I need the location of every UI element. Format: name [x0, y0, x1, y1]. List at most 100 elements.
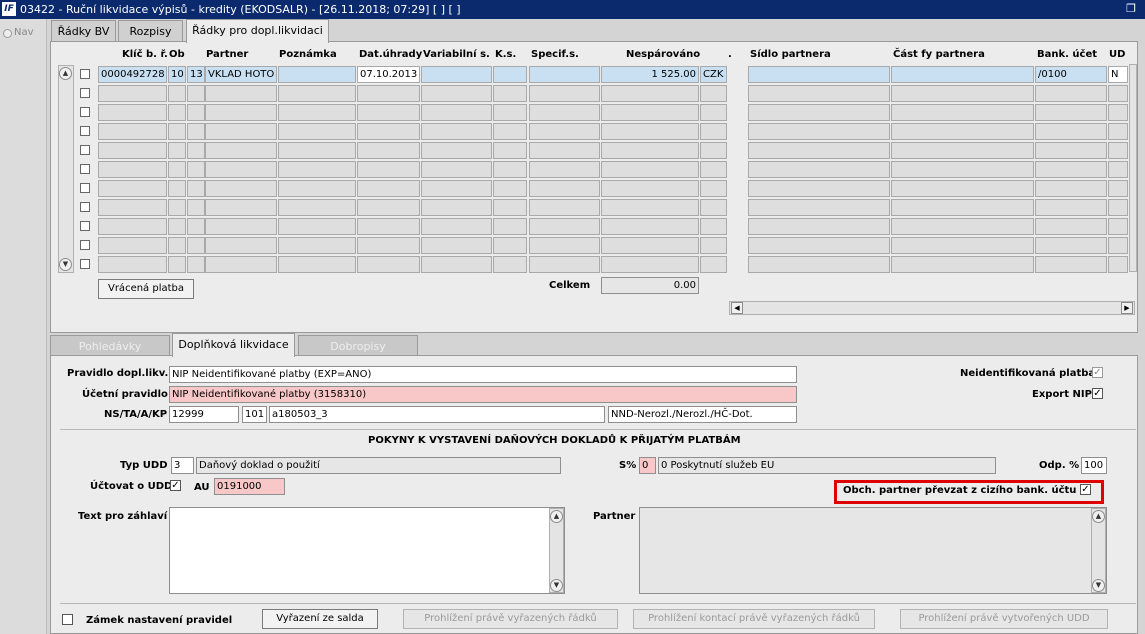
- grid-cell-empty[interactable]: [700, 218, 727, 235]
- vracena-platba-button[interactable]: Vrácená platba: [98, 279, 194, 299]
- grid-cell-empty[interactable]: [601, 218, 699, 235]
- grid-cell-empty[interactable]: [493, 180, 527, 197]
- grid-cell-empty[interactable]: [529, 256, 600, 273]
- grid-cell-empty[interactable]: [98, 218, 167, 235]
- neident-checkbox[interactable]: ✓: [1092, 367, 1103, 378]
- ucetni-pravidlo-field[interactable]: NIP Neidentifikované platby (3158310): [169, 386, 797, 403]
- grid-cell-empty[interactable]: [748, 256, 890, 273]
- grid-cell-empty[interactable]: [493, 142, 527, 159]
- grid-cell-empty[interactable]: [601, 256, 699, 273]
- grid-cell-empty[interactable]: [205, 256, 277, 273]
- grid-cell-empty[interactable]: [891, 199, 1034, 216]
- grid-cell-empty[interactable]: [278, 85, 356, 102]
- grid-cell-empty[interactable]: [601, 104, 699, 121]
- partner-scroll-down-icon[interactable]: ▼: [1092, 579, 1105, 592]
- col-header-ud[interactable]: UD: [1109, 49, 1125, 60]
- grid-cell-empty[interactable]: [278, 142, 356, 159]
- grid-cell-empty[interactable]: [1035, 256, 1107, 273]
- grid-cell-empty[interactable]: [529, 218, 600, 235]
- col-header-poznamka[interactable]: Poznámka: [279, 49, 337, 60]
- row-checkbox[interactable]: [80, 183, 90, 193]
- grid-cell-empty[interactable]: [168, 161, 186, 178]
- cell-partner[interactable]: VKLAD HOTO: [205, 66, 277, 83]
- grid-cell-empty[interactable]: [187, 161, 205, 178]
- grid-cell-empty[interactable]: [357, 161, 420, 178]
- cell-ud[interactable]: N: [1108, 66, 1128, 83]
- grid-cell-empty[interactable]: [891, 256, 1034, 273]
- grid-cell-empty[interactable]: [1035, 142, 1107, 159]
- grid-cell-empty[interactable]: [278, 161, 356, 178]
- grid-cell-empty[interactable]: [205, 199, 277, 216]
- grid-cell-empty[interactable]: [98, 237, 167, 254]
- grid-cell-empty[interactable]: [421, 256, 492, 273]
- pravidlo-field[interactable]: NIP Neidentifikované platby (EXP=ANO): [169, 366, 797, 383]
- grid-cell-empty[interactable]: [421, 123, 492, 140]
- grid-cell-empty[interactable]: [168, 104, 186, 121]
- tab-radky-bv[interactable]: Řádky BV: [51, 20, 116, 42]
- grid-cell-empty[interactable]: [278, 237, 356, 254]
- export-checkbox[interactable]: ✓: [1092, 388, 1103, 399]
- row-checkbox[interactable]: [80, 69, 90, 79]
- grid-cell-empty[interactable]: [168, 142, 186, 159]
- grid-scrollbar-horizontal[interactable]: [729, 301, 1135, 315]
- grid-cell-empty[interactable]: [205, 237, 277, 254]
- grid-cell-empty[interactable]: [700, 123, 727, 140]
- grid-cell-empty[interactable]: [1108, 199, 1128, 216]
- grid-cell-empty[interactable]: [601, 161, 699, 178]
- cell-mena[interactable]: CZK: [700, 66, 727, 83]
- cell-nesparovano[interactable]: 1 525.00: [601, 66, 699, 83]
- grid-cell-empty[interactable]: [700, 85, 727, 102]
- grid-cell-empty[interactable]: [601, 85, 699, 102]
- row-checkbox[interactable]: [80, 259, 90, 269]
- grid-cell-empty[interactable]: [357, 123, 420, 140]
- grid-cell-empty[interactable]: [168, 85, 186, 102]
- grid-cell-empty[interactable]: [748, 199, 890, 216]
- grid-cell-empty[interactable]: [357, 180, 420, 197]
- grid-cell-empty[interactable]: [891, 180, 1034, 197]
- restore-window-icon[interactable]: ❐: [1123, 3, 1139, 15]
- grid-cell-empty[interactable]: [891, 104, 1034, 121]
- grid-cell-empty[interactable]: [1035, 218, 1107, 235]
- grid-cell-empty[interactable]: [421, 142, 492, 159]
- grid-cell-empty[interactable]: [205, 142, 277, 159]
- grid-cell-empty[interactable]: [1108, 142, 1128, 159]
- grid-cell-empty[interactable]: [1035, 199, 1107, 216]
- grid-cell-empty[interactable]: [187, 85, 205, 102]
- col-header-klic[interactable]: Klíč b. ř.: [122, 49, 168, 60]
- grid-cell-empty[interactable]: [700, 237, 727, 254]
- grid-cell-empty[interactable]: [421, 161, 492, 178]
- grid-cell-empty[interactable]: [1108, 218, 1128, 235]
- grid-cell-empty[interactable]: [168, 123, 186, 140]
- grid-cell-empty[interactable]: [1108, 161, 1128, 178]
- cell-cast[interactable]: [891, 66, 1034, 83]
- grid-cell-empty[interactable]: [493, 256, 527, 273]
- grid-cell-empty[interactable]: [1035, 180, 1107, 197]
- grid-cell-empty[interactable]: [891, 123, 1034, 140]
- grid-cell-empty[interactable]: [278, 104, 356, 121]
- grid-cell-empty[interactable]: [187, 256, 205, 273]
- grid-cell-empty[interactable]: [168, 199, 186, 216]
- ns-field[interactable]: 12999: [169, 406, 239, 423]
- text-zahlavi-textarea[interactable]: [169, 507, 565, 594]
- grid-cell-empty[interactable]: [205, 104, 277, 121]
- tab-rozpisy[interactable]: Rozpisy: [118, 20, 183, 42]
- grid-cell-empty[interactable]: [493, 237, 527, 254]
- s-percent-code[interactable]: 0: [639, 457, 656, 474]
- col-header-dot[interactable]: .: [728, 49, 732, 60]
- grid-cell-empty[interactable]: [748, 237, 890, 254]
- grid-cell-empty[interactable]: [1035, 104, 1107, 121]
- grid-cell-empty[interactable]: [421, 237, 492, 254]
- grid-cell-empty[interactable]: [98, 142, 167, 159]
- grid-cell-empty[interactable]: [748, 123, 890, 140]
- grid-cell-empty[interactable]: [601, 199, 699, 216]
- grid-cell-empty[interactable]: [529, 237, 600, 254]
- row-checkbox[interactable]: [80, 107, 90, 117]
- textarea-scroll-up-icon[interactable]: ▲: [550, 510, 563, 523]
- grid-cell-empty[interactable]: [187, 123, 205, 140]
- tab-dobropisy[interactable]: Dobropisy: [298, 335, 418, 357]
- grid-cell-empty[interactable]: [748, 218, 890, 235]
- grid-cell-empty[interactable]: [1108, 237, 1128, 254]
- prohlizeni-udd-button[interactable]: Prohlížení právě vytvořených UDD: [900, 609, 1108, 629]
- grid-cell-empty[interactable]: [187, 237, 205, 254]
- grid-cell-empty[interactable]: [700, 161, 727, 178]
